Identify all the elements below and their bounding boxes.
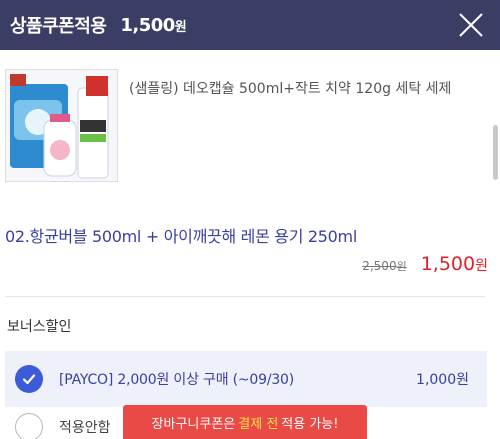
close-button[interactable] [454,8,488,42]
toast-prefix: 장바구니쿠폰은 [151,416,236,432]
scrollbar-thumb[interactable] [493,125,498,180]
coupon-amount: 1,000원 [416,372,469,388]
check-icon[interactable] [15,365,43,393]
original-price-value: 2,500 [362,259,397,273]
cart-coupon-toast: 장바구니쿠폰은 결제 전 적용 가능! [123,405,367,439]
option-name: 02.항균버블 500ml + 아이깨끗해 레몬 용기 250ml [5,227,357,246]
header-title: 상품쿠폰적용 [10,16,107,37]
header-price-unit: 원 [174,19,187,35]
coupon-panel[interactable]: (샘플링) 데오캡슐 500ml+작트 치약 120g 세탁 세제 02.항균버… [0,50,500,439]
coupon-option-payco[interactable]: [PAYCO] 2,000원 이상 구매 (~09/30) 1,000원 [5,351,487,407]
original-price-unit: 원 [396,260,407,273]
section-divider [5,296,485,297]
product-row: (샘플링) 데오캡슐 500ml+작트 치약 120g 세탁 세제 [0,63,500,233]
sale-price-unit: 원 [475,258,488,274]
product-thumbnail [5,69,118,182]
radio-unchecked-icon[interactable] [15,413,43,439]
price-row: 2,500원 1,500원 [362,253,488,275]
close-icon [459,13,483,37]
coupon-label: [PAYCO] 2,000원 이상 구매 (~09/30) [59,372,295,388]
header-bar: 상품쿠폰적용 1,500원 [0,0,500,50]
sale-price: 1,500원 [421,253,488,275]
product-name: (샘플링) 데오캡슐 500ml+작트 치약 120g 세탁 세제 [129,81,452,97]
checkmark-icon [22,374,36,385]
bonus-discount-title: 보너스할인 [7,319,72,335]
toast-suffix: 적용 가능! [281,416,339,432]
toast-highlight: 결제 전 [238,416,279,432]
header-price: 1,500원 [120,15,186,36]
product-image-icon [6,70,117,181]
no-apply-label: 적용안함 [59,420,111,436]
original-price: 2,500원 [362,258,406,274]
header-price-value: 1,500 [120,14,175,36]
sale-price-value: 1,500 [420,253,476,275]
